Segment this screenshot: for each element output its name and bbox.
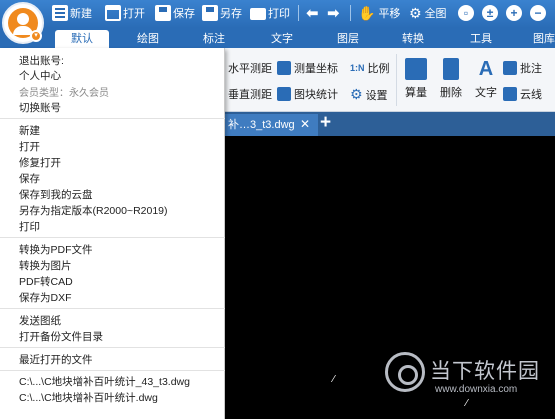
menu-item-to-image[interactable]: 转换为图片 (19, 258, 72, 273)
tab-tools[interactable]: 工具 (461, 30, 501, 48)
watermark-url: www.downxia.com (435, 384, 518, 395)
add-tab-icon[interactable]: + (320, 112, 331, 134)
ribbon-tab-bar: 默认 绘图 标注 文字 图层 转换 工具 图库 (0, 28, 555, 48)
watermark-logo (385, 352, 425, 392)
menu-item-open[interactable]: 打开 (19, 139, 40, 154)
grid-icon (277, 87, 291, 101)
close-icon[interactable]: ✕ (300, 117, 310, 131)
cloud-line-button[interactable]: 云线 (503, 86, 542, 102)
menu-divider (0, 237, 225, 238)
recent-file-item[interactable]: C:\...\C地块增补百叶统计_43_t3.dwg (19, 374, 190, 389)
tab-library[interactable]: 图库 (524, 30, 555, 48)
zoom-realtime-icon[interactable]: ± (482, 5, 498, 21)
delete-button[interactable]: 删除 (437, 58, 465, 100)
chevron-down-icon: ▾ (30, 30, 42, 42)
menu-item-new[interactable]: 新建 (19, 123, 40, 138)
save-as-button[interactable]: 另存 (202, 4, 242, 22)
scale-icon: 1:N (350, 63, 365, 73)
menu-divider (0, 370, 225, 371)
menu-item-save-to-cloud[interactable]: 保存到我的云盘 (19, 187, 93, 202)
cad-mark: ⁄ (466, 398, 468, 409)
menu-item-save[interactable]: 保存 (19, 171, 40, 186)
app-menu-dropdown: 退出账号: 个人中心 会员类型：永久会员 切换账号 新建 打开 修复打开 保存 … (0, 48, 225, 419)
save-as-icon (202, 5, 218, 21)
zoom-out-icon[interactable]: − (530, 5, 546, 21)
full-view-button[interactable]: ⚙ 全图 (409, 4, 447, 22)
comment-icon (503, 61, 517, 75)
menu-item-open-backup-dir[interactable]: 打开备份文件目录 (19, 329, 103, 344)
tab-default[interactable]: 默认 (55, 30, 109, 48)
toolbar-divider (350, 5, 351, 21)
hand-icon: ✋ (358, 4, 376, 21)
tab-text[interactable]: 文字 (262, 30, 302, 48)
gear-icon: ⚙ (350, 86, 363, 102)
tab-layer[interactable]: 图层 (328, 30, 368, 48)
block-stats-button[interactable]: 图块统计 (277, 86, 338, 102)
annotate-button[interactable]: 批注 (503, 60, 542, 76)
menu-item-repair-open[interactable]: 修复打开 (19, 155, 61, 170)
menu-item-pdf-to-cad[interactable]: PDF转CAD (19, 274, 73, 289)
measure-coords-button[interactable]: 测量坐标 (277, 60, 338, 76)
menu-item-save-as-dxf[interactable]: 保存为DXF (19, 290, 72, 305)
text-icon: A (478, 58, 494, 80)
pan-button[interactable]: ✋ 平移 (358, 4, 400, 22)
menu-item-print[interactable]: 打印 (19, 219, 40, 234)
tab-draw[interactable]: 绘图 (128, 30, 168, 48)
folder-icon (105, 5, 121, 21)
printer-icon (250, 8, 266, 20)
zoom-in-icon[interactable]: + (506, 5, 522, 21)
top-toolbar: 新建 打开 保存 另存 打印 ⬅ ➡ ✋ 平移 ⚙ 全图 ▫ ± + − (0, 0, 555, 28)
toolbar-divider (298, 5, 299, 21)
tab-dimension[interactable]: 标注 (194, 30, 234, 48)
app-logo-button[interactable]: ▾ (2, 2, 44, 44)
save-icon (155, 5, 171, 21)
zoom-window-icon[interactable]: ▫ (458, 5, 474, 21)
trash-icon (443, 58, 459, 80)
ruler-icon (277, 61, 291, 75)
print-button[interactable]: 打印 (250, 4, 290, 22)
ribbon-divider (396, 54, 397, 106)
vertical-measure-button[interactable]: 垂直测距 (228, 86, 272, 102)
new-file-icon (52, 5, 68, 21)
menu-item-personal-center[interactable]: 个人中心 (19, 68, 61, 83)
gear-icon: ⚙ (409, 4, 422, 21)
redo-icon[interactable]: ➡ (327, 4, 340, 22)
menu-item-to-pdf[interactable]: 转换为PDF文件 (19, 242, 93, 257)
menu-divider (0, 347, 225, 348)
open-button[interactable]: 打开 (105, 4, 145, 22)
tab-convert[interactable]: 转换 (393, 30, 433, 48)
recent-files-header: 最近打开的文件 (19, 354, 93, 366)
quantity-button[interactable]: 算量 (402, 58, 430, 100)
membership-type: 会员类型：永久会员 (19, 88, 109, 99)
horizontal-measure-button[interactable]: 水平测距 (228, 60, 272, 76)
settings-button[interactable]: ⚙ 设置 (350, 86, 388, 103)
watermark-title: 当下软件园 (430, 360, 540, 383)
calculator-icon (405, 58, 427, 80)
menu-item-switch-account[interactable]: 切换账号 (19, 100, 61, 115)
scale-button[interactable]: 1:N 比例 (350, 60, 390, 76)
new-button[interactable]: 新建 (52, 4, 92, 22)
text-button[interactable]: A 文字 (472, 58, 500, 100)
recent-file-item[interactable]: C:\...\C地块增补百叶统计.dwg (19, 390, 158, 405)
menu-item-save-as-version[interactable]: 另存为指定版本(R2000~R2019) (19, 203, 168, 218)
cloud-icon (503, 87, 517, 101)
menu-divider (0, 118, 225, 119)
menu-item-logout[interactable]: 退出账号: (19, 53, 64, 68)
menu-item-send-drawing[interactable]: 发送图纸 (19, 313, 61, 328)
cad-mark: ⁄ (333, 374, 335, 385)
save-button[interactable]: 保存 (155, 4, 195, 22)
menu-divider (0, 308, 225, 309)
undo-icon[interactable]: ⬅ (306, 4, 319, 22)
